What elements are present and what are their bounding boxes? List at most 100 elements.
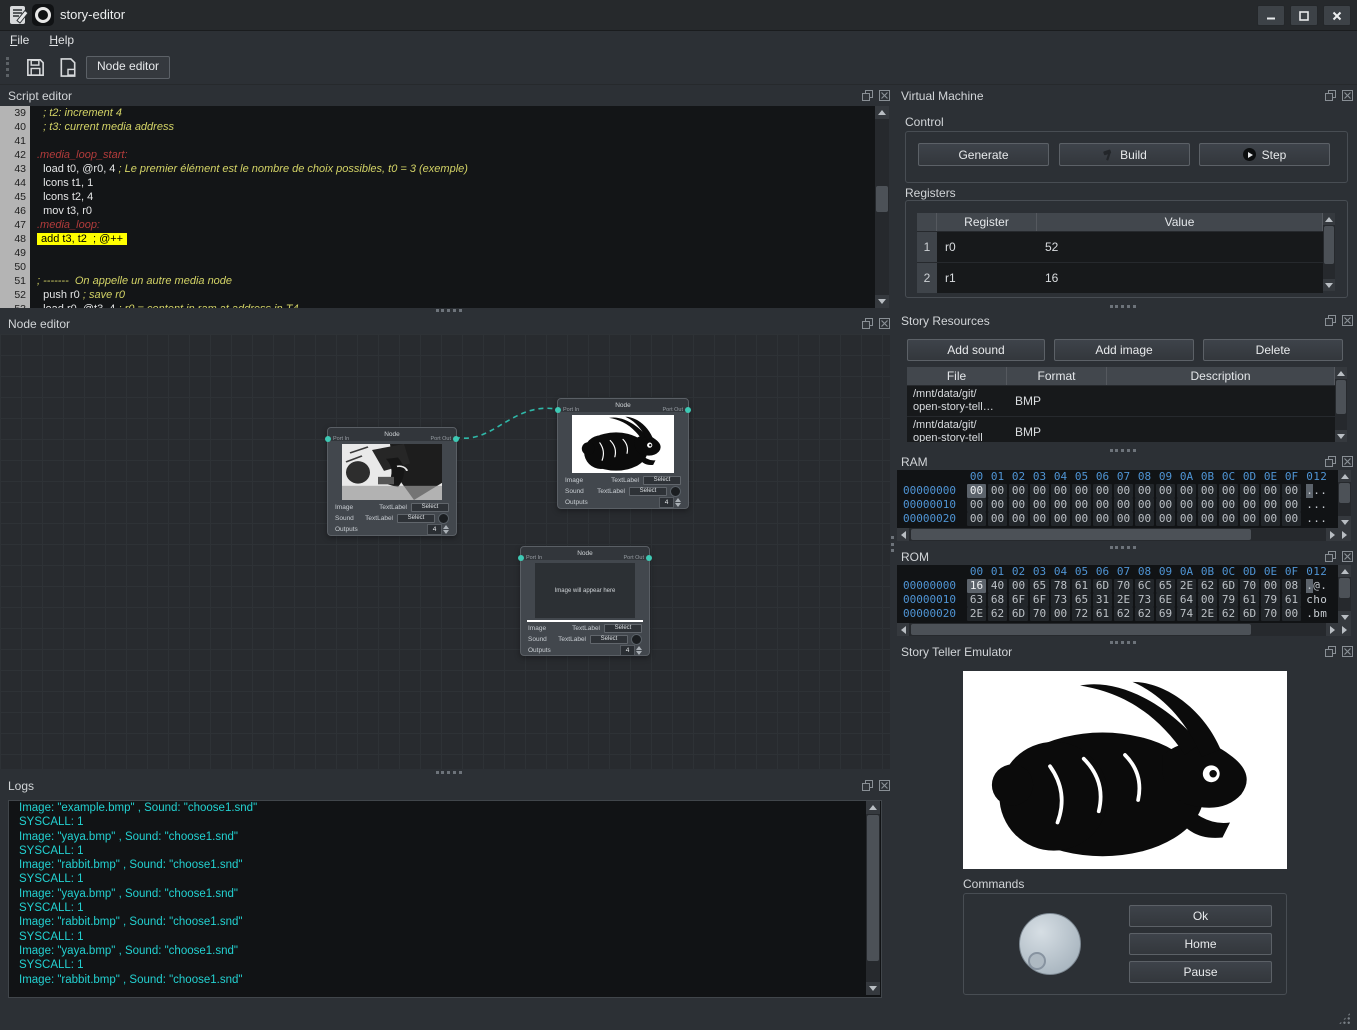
add-sound-button[interactable]: Add sound [907, 339, 1045, 361]
media-node[interactable]: Node Port In Port Out ImageTextLabelSele… [327, 427, 457, 536]
ok-button[interactable]: Ok [1129, 905, 1272, 927]
close-panel-icon[interactable] [879, 780, 890, 791]
script-editor-scrollbar[interactable] [875, 106, 889, 308]
media-node[interactable]: Node Port In Port Out Image will appear … [520, 546, 650, 656]
hex-row[interactable]: 0000001063686F6F7365312E736E640079617961… [897, 593, 1338, 607]
close-panel-icon[interactable] [879, 90, 890, 101]
hex-row[interactable]: 0000002000000000000000000000000000000000… [897, 512, 1338, 526]
export-document-button[interactable] [55, 54, 81, 80]
delete-button[interactable]: Delete [1203, 339, 1343, 361]
add-image-button[interactable]: Add image [1054, 339, 1194, 361]
code-line: 42.media_loop_start: [0, 148, 875, 162]
splitter-handle[interactable] [1110, 305, 1136, 308]
generate-button[interactable]: Generate [918, 143, 1049, 166]
close-panel-icon[interactable] [879, 318, 890, 329]
select-image-button[interactable]: Select [411, 503, 449, 512]
close-panel-icon[interactable] [1342, 90, 1353, 101]
play-sound-icon[interactable] [631, 634, 642, 645]
hex-row[interactable]: 0000001000000000000000000000000000000000… [897, 498, 1338, 512]
float-panel-icon[interactable] [1325, 90, 1336, 101]
float-panel-icon[interactable] [1325, 646, 1336, 657]
select-sound-button[interactable]: Select [590, 635, 628, 644]
script-code-area[interactable]: 39 ; t2: increment 440 ; t3: current med… [0, 106, 875, 308]
node-editor-canvas[interactable]: Node Port In Port Out ImageTextLabelSele… [0, 334, 890, 769]
save-button[interactable] [22, 54, 48, 80]
splitter-handle[interactable] [436, 771, 462, 774]
resources-scrollbar[interactable] [1335, 367, 1347, 442]
main-splitter-handle[interactable] [891, 536, 894, 552]
resource-row[interactable]: /mnt/data/git/open-story-tellBMP [907, 416, 1335, 442]
node-port-in[interactable]: Port In [555, 407, 579, 413]
float-panel-icon[interactable] [862, 318, 873, 329]
node-port-in[interactable]: Port In [325, 436, 349, 442]
rom-hex-view[interactable]: 000102030405060708090A0B0C0D0E0F01200000… [897, 565, 1338, 623]
float-panel-icon[interactable] [862, 90, 873, 101]
ram-hex-view[interactable]: 000102030405060708090A0B0C0D0E0F01200000… [897, 470, 1338, 528]
rom-corner-button[interactable] [1338, 623, 1351, 636]
register-row[interactable]: 2r116 [917, 262, 1323, 293]
ram-corner-button[interactable] [1338, 528, 1351, 541]
close-panel-icon[interactable] [1342, 646, 1353, 657]
splitter-handle[interactable] [1110, 546, 1136, 549]
node-port-in[interactable]: Port In [518, 555, 542, 561]
splitter-handle[interactable] [436, 309, 462, 312]
step-button[interactable]: Step [1199, 143, 1330, 166]
code-line: 52 push r0 ; save r0 [0, 288, 875, 302]
splitter-handle[interactable] [1110, 641, 1136, 644]
outputs-spinbox[interactable]: 4 [427, 524, 449, 535]
select-image-button[interactable]: Select [604, 624, 642, 633]
image-text-label: TextLabel [379, 504, 407, 511]
rotary-knob[interactable] [1019, 913, 1081, 975]
float-panel-icon[interactable] [1325, 456, 1336, 467]
rom-vscrollbar[interactable] [1338, 565, 1351, 623]
close-panel-icon[interactable] [1342, 456, 1353, 467]
close-panel-icon[interactable] [1342, 315, 1353, 326]
outputs-spinbox[interactable]: 4 [659, 497, 681, 508]
select-sound-button[interactable]: Select [629, 487, 667, 496]
hex-row[interactable]: 000000202E626D70007261626269742E626D7000… [897, 607, 1338, 621]
registers-scrollbar[interactable] [1323, 213, 1335, 291]
select-image-button[interactable]: Select [643, 476, 681, 485]
rom-hscrollbar[interactable] [897, 623, 1338, 636]
menu-help[interactable]: Help [39, 31, 84, 49]
toolbar-drag-handle[interactable] [6, 57, 14, 77]
ram-hscrollbar[interactable] [897, 528, 1338, 541]
window-resize-grip[interactable] [1338, 1012, 1351, 1025]
logs-scrollbar[interactable] [866, 801, 880, 995]
close-panel-icon[interactable] [1342, 551, 1353, 562]
select-sound-button[interactable]: Select [397, 514, 435, 523]
minimize-button[interactable] [1257, 5, 1285, 26]
hex-row[interactable]: 0000000000000000000000000000000000000000… [897, 484, 1338, 498]
registers-table[interactable]: Register Value 1r0522r116 [917, 213, 1323, 293]
node-port-out[interactable]: Port Out [624, 555, 652, 561]
build-button[interactable]: Build [1059, 143, 1190, 166]
splitter-handle[interactable] [1110, 449, 1136, 452]
float-panel-icon[interactable] [1325, 315, 1336, 326]
media-node[interactable]: Node Port In Port Out [557, 398, 689, 509]
resources-table[interactable]: File Format Description /mnt/data/git/op… [907, 367, 1335, 442]
code-line: 53 load r0, @t3, 4 ; r0 = content in ram… [0, 302, 875, 308]
ram-panel-title: RAM [901, 455, 928, 469]
control-group-label: Control [905, 115, 944, 129]
close-button[interactable] [1323, 5, 1351, 26]
outputs-spinbox[interactable]: 4 [620, 645, 642, 656]
resource-row[interactable]: /mnt/data/git/open-story-tell…BMP [907, 385, 1335, 416]
toolbar: Node editor [0, 50, 1357, 85]
pause-button[interactable]: Pause [1129, 961, 1272, 983]
ram-vscrollbar[interactable] [1338, 470, 1351, 528]
node-port-out[interactable]: Port Out [431, 436, 459, 442]
play-sound-icon[interactable] [438, 513, 449, 524]
float-panel-icon[interactable] [1325, 551, 1336, 562]
node-editor-panel-title: Node editor [8, 317, 70, 331]
logs-panel-title: Logs [8, 779, 34, 793]
hex-row[interactable]: 000000001640006578616D706C652E626D700008… [897, 579, 1338, 593]
node-port-out[interactable]: Port Out [663, 407, 691, 413]
node-editor-toolbar-button[interactable]: Node editor [86, 56, 170, 79]
menu-file[interactable]: File [0, 31, 39, 49]
logs-output[interactable]: Image: "example.bmp" , Sound: "choose1.s… [8, 800, 882, 998]
play-sound-icon[interactable] [670, 486, 681, 497]
home-button[interactable]: Home [1129, 933, 1272, 955]
float-panel-icon[interactable] [862, 780, 873, 791]
maximize-button[interactable] [1290, 5, 1318, 26]
register-row[interactable]: 1r052 [917, 231, 1323, 262]
